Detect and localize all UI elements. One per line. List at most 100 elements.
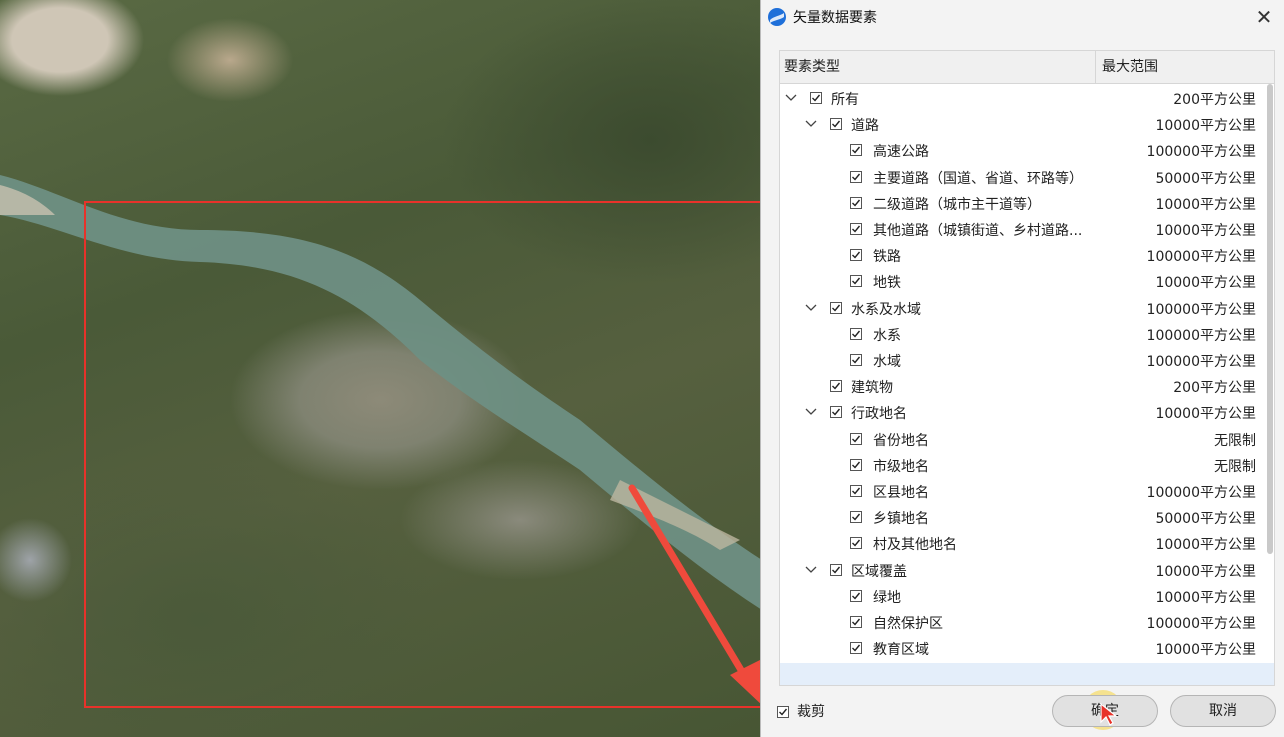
- row-label: 绿地: [873, 589, 901, 606]
- row-checkbox[interactable]: [830, 406, 842, 419]
- chevron-down-icon[interactable]: [804, 301, 818, 315]
- tree-row[interactable]: 区域覆盖 10000平方公里: [780, 557, 1274, 583]
- row-range: 50000平方公里: [1155, 511, 1256, 528]
- row-checkbox[interactable]: [850, 432, 862, 445]
- row-checkbox[interactable]: [850, 249, 862, 262]
- row-range: 10000平方公里: [1155, 563, 1256, 580]
- row-checkbox[interactable]: [850, 485, 862, 497]
- tree-row[interactable]: 水域 100000平方公里: [780, 347, 1274, 373]
- row-range: 无限制: [1214, 432, 1256, 449]
- cancel-button[interactable]: 取消: [1170, 695, 1276, 727]
- row-label: 高速公路: [873, 144, 929, 161]
- partial-row[interactable]: [780, 663, 1274, 685]
- tree-row[interactable]: 主要道路（国道、省道、环路等） 50000平方公里: [780, 164, 1274, 190]
- tree-row[interactable]: 所有 200平方公里: [780, 85, 1274, 111]
- row-label: 道路: [851, 118, 879, 135]
- row-label: 乡镇地名: [873, 511, 929, 528]
- row-label: 主要道路（国道、省道、环路等）: [873, 170, 1083, 187]
- tree-row[interactable]: 高速公路 100000平方公里: [780, 137, 1274, 163]
- column-header-type[interactable]: 要素类型: [780, 51, 1096, 83]
- tree-row[interactable]: 自然保护区 100000平方公里: [780, 609, 1274, 635]
- row-range: 200平方公里: [1173, 380, 1256, 397]
- row-checkbox[interactable]: [850, 642, 862, 655]
- row-label: 区县地名: [873, 485, 929, 501]
- row-label: 所有: [831, 92, 859, 108]
- row-range: 100000平方公里: [1146, 144, 1256, 161]
- tree-header: 要素类型 最大范围: [780, 51, 1274, 84]
- row-checkbox[interactable]: [850, 589, 862, 602]
- row-checkbox[interactable]: [850, 458, 862, 471]
- tree-row[interactable]: 其他道路（城镇街道、乡村道路... 10000平方公里: [780, 216, 1274, 242]
- row-label: 自然保护区: [873, 616, 943, 632]
- tree-row[interactable]: 绿地 10000平方公里: [780, 583, 1274, 609]
- row-label: 教育区域: [873, 642, 929, 659]
- scrollbar-thumb[interactable]: [1267, 84, 1273, 554]
- row-label: 地铁: [873, 275, 901, 292]
- check-icon: [852, 644, 861, 652]
- tree-row[interactable]: 水系 100000平方公里: [780, 321, 1274, 347]
- chevron-down-icon[interactable]: [804, 117, 818, 131]
- tree-row[interactable]: 省份地名 无限制: [780, 426, 1274, 452]
- tree-row[interactable]: 村及其他地名 10000平方公里: [780, 530, 1274, 556]
- check-icon: [852, 251, 861, 259]
- tree-row[interactable]: 乡镇地名 50000平方公里: [780, 504, 1274, 530]
- tree-row[interactable]: 地铁 10000平方公里: [780, 268, 1274, 294]
- check-icon: [852, 277, 861, 285]
- row-checkbox[interactable]: [850, 354, 862, 366]
- row-range: 100000平方公里: [1146, 327, 1256, 344]
- tree-row[interactable]: 行政地名 10000平方公里: [780, 399, 1274, 425]
- check-icon: [832, 120, 841, 128]
- chevron-down-icon[interactable]: [804, 405, 818, 419]
- tree-row[interactable]: 二级道路（城市主干道等） 10000平方公里: [780, 190, 1274, 216]
- row-checkbox[interactable]: [850, 616, 862, 628]
- tree-row[interactable]: 建筑物 200平方公里: [780, 373, 1274, 399]
- row-checkbox[interactable]: [830, 301, 842, 314]
- check-icon: [832, 304, 841, 312]
- check-icon: [852, 356, 861, 364]
- close-icon[interactable]: ✕: [1252, 5, 1276, 29]
- row-range: 100000平方公里: [1146, 485, 1256, 501]
- satellite-map[interactable]: [0, 0, 762, 737]
- vertical-scrollbar[interactable]: [1266, 84, 1274, 684]
- row-checkbox[interactable]: [850, 170, 862, 183]
- row-checkbox[interactable]: [850, 275, 862, 288]
- check-icon: [832, 382, 841, 390]
- row-label: 村及其他地名: [873, 537, 957, 554]
- check-icon: [779, 708, 788, 716]
- row-label: 水系: [873, 327, 901, 344]
- chevron-down-icon[interactable]: [784, 91, 798, 105]
- tree-row[interactable]: 市级地名 无限制: [780, 452, 1274, 478]
- tree-row[interactable]: 铁路 100000平方公里: [780, 242, 1274, 268]
- row-range: 10000平方公里: [1155, 537, 1256, 554]
- row-range: 100000平方公里: [1146, 354, 1256, 370]
- row-checkbox[interactable]: [850, 223, 862, 235]
- tree-row[interactable]: 教育区域 10000平方公里: [780, 635, 1274, 661]
- row-checkbox[interactable]: [850, 327, 862, 340]
- row-label: 其他道路（城镇街道、乡村道路...: [873, 223, 1083, 239]
- row-checkbox[interactable]: [830, 380, 842, 393]
- row-checkbox[interactable]: [810, 92, 822, 104]
- tree-row[interactable]: 水系及水域 100000平方公里: [780, 295, 1274, 321]
- check-icon: [852, 513, 861, 521]
- chevron-down-icon[interactable]: [804, 563, 818, 577]
- row-range: 200平方公里: [1173, 92, 1256, 108]
- feature-tree[interactable]: 要素类型 最大范围 所有 200平方公里 道路 10000平方公里 高速公路 100000…: [779, 50, 1275, 686]
- row-checkbox[interactable]: [850, 537, 862, 550]
- crop-checkbox[interactable]: [777, 706, 789, 718]
- row-range: 10000平方公里: [1155, 275, 1256, 292]
- row-checkbox[interactable]: [850, 196, 862, 209]
- row-checkbox[interactable]: [830, 563, 842, 576]
- check-icon: [852, 173, 861, 181]
- row-checkbox[interactable]: [850, 511, 862, 524]
- tree-row[interactable]: 道路 10000平方公里: [780, 111, 1274, 137]
- row-label: 二级道路（城市主干道等）: [873, 196, 1041, 213]
- row-label: 水域: [873, 354, 901, 370]
- row-range: 100000平方公里: [1146, 616, 1256, 632]
- row-checkbox[interactable]: [830, 118, 842, 131]
- row-label: 省份地名: [873, 432, 929, 449]
- column-header-range[interactable]: 最大范围: [1096, 51, 1274, 83]
- tree-row[interactable]: 区县地名 100000平方公里: [780, 478, 1274, 504]
- row-checkbox[interactable]: [850, 144, 862, 157]
- row-range: 10000平方公里: [1155, 589, 1256, 606]
- check-icon: [852, 539, 861, 547]
